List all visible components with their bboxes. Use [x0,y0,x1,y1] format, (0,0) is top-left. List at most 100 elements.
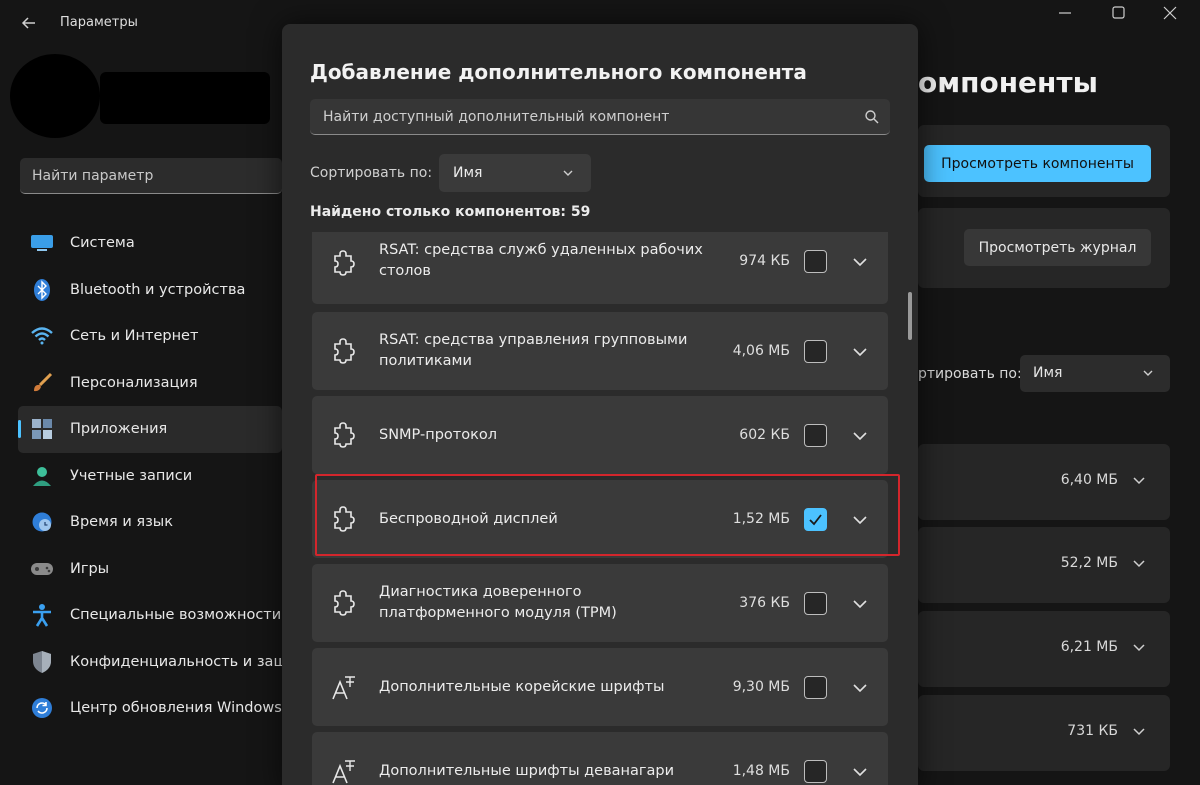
chevron-down-icon[interactable] [852,345,868,359]
search-icon[interactable] [864,109,880,125]
brush-icon [30,371,54,395]
component-size: 6,40 МБ [1060,472,1118,488]
maximize-icon [1112,6,1125,19]
sidebar-item-personalization[interactable]: Персонализация [18,360,282,407]
dialog-title: Добавление дополнительного компонента [310,60,807,84]
maximize-button[interactable] [1098,4,1138,22]
sidebar-item-bluetooth[interactable]: Bluetooth и устройства [18,267,282,314]
sort-dropdown[interactable]: Имя [439,154,591,192]
close-button[interactable] [1150,4,1190,22]
component-size: 731 КБ [1067,723,1118,739]
sidebar-item-label: Специальные возможности [70,607,282,624]
feature-checkbox[interactable] [804,250,827,273]
wifi-icon [30,324,54,348]
avatar[interactable] [10,54,100,138]
chevron-down-icon[interactable] [852,513,868,527]
installed-component-row[interactable]: 731 КБ [918,695,1170,771]
sidebar-item-system[interactable]: Система [18,220,282,267]
puzzle-icon [334,422,355,448]
feature-item[interactable]: RSAT: средства служб удаленных рабочих с… [312,232,888,304]
sidebar-item-label: Bluetooth и устройства [70,281,246,298]
accessibility-icon [30,603,54,627]
feature-item[interactable]: Дополнительные корейские шрифты 9,30 МБ [312,648,888,726]
apps-icon [30,417,54,441]
close-icon [1163,6,1177,20]
feature-checkbox[interactable] [804,760,827,783]
arrow-left-icon [21,17,35,29]
sidebar-item-gaming[interactable]: Игры [18,546,282,593]
view-log-button[interactable]: Просмотреть журнал [964,229,1151,266]
bg-sort-dropdown[interactable]: Имя [1020,355,1170,392]
list-scrollbar[interactable] [908,292,912,340]
chevron-down-icon [1133,644,1145,652]
feature-item[interactable]: SNMP-протокол 602 КБ [312,396,888,474]
feature-checkbox[interactable] [804,676,827,699]
font-icon [332,676,355,700]
back-button[interactable] [16,10,42,36]
feature-item[interactable]: RSAT: средства управления групповыми пол… [312,312,888,390]
bluetooth-icon [30,278,54,302]
installed-component-row[interactable]: 6,21 МБ [918,611,1170,687]
sidebar-item-apps[interactable]: Приложения [18,406,282,453]
profile-name-redacted [100,72,270,124]
feature-item[interactable]: Дополнительные шрифты деванагари 1,48 МБ [312,732,888,785]
sort-label: Сортировать по: [310,165,433,181]
feature-search-input[interactable] [310,99,890,134]
found-count: Найдено столько компонентов: 59 [310,204,591,220]
settings-search-input[interactable] [20,158,282,193]
sidebar-item-time-language[interactable]: Время и язык [18,499,282,546]
component-size: 6,21 МБ [1060,639,1118,655]
feature-size: 376 КБ [739,595,790,611]
settings-search[interactable] [20,158,282,194]
feature-name: SNMP-протокол [379,427,497,443]
feature-list: RSAT: средства служб удаленных рабочих с… [312,232,888,785]
sidebar-item-label: Сеть и Интернет [70,328,199,345]
feature-size: 602 КБ [739,427,790,443]
feature-checkbox[interactable] [804,340,827,363]
update-icon [30,696,54,720]
chevron-down-icon[interactable] [852,765,868,779]
monitor-icon [30,231,54,255]
sidebar-item-label: Система [70,235,135,252]
feature-checkbox[interactable] [804,508,827,531]
minimize-icon [1059,12,1071,14]
sidebar-item-label: Время и язык [70,514,174,531]
puzzle-icon [334,590,355,616]
bg-sort-label: ртировать по: [918,366,1022,382]
feature-checkbox[interactable] [804,592,827,615]
sidebar-item-label: Игры [70,560,110,577]
feature-size: 1,52 МБ [732,511,790,527]
feature-size: 1,48 МБ [732,763,790,779]
sidebar-item-accounts[interactable]: Учетные записи [18,453,282,500]
feature-name: RSAT: средства служб удаленных рабочих с… [379,242,703,279]
feature-size: 974 КБ [739,253,790,269]
feature-search[interactable] [310,99,890,135]
shield-icon [30,650,54,674]
chevron-down-icon[interactable] [852,429,868,443]
feature-item-selected[interactable]: Беспроводной дисплей 1,52 МБ [312,480,888,558]
feature-item[interactable]: Диагностика доверенного платформенного м… [312,564,888,642]
minimize-button[interactable] [1045,4,1085,22]
feature-name: Беспроводной дисплей [379,511,558,527]
puzzle-icon [334,250,355,276]
sidebar-item-privacy[interactable]: Конфиденциальность и защ [18,639,287,686]
sidebar-item-network[interactable]: Сеть и Интернет [18,313,282,360]
sidebar-item-label: Учетные записи [70,467,193,484]
installed-component-row[interactable]: 6,40 МБ [918,444,1170,520]
feature-size: 9,30 МБ [732,679,790,695]
sidebar-nav: Система Bluetooth и устройства Сеть и Ин… [18,220,287,732]
installed-component-row[interactable]: 52,2 МБ [918,527,1170,603]
sidebar-item-windows-update[interactable]: Центр обновления Windows [18,685,282,732]
feature-name: RSAT: средства управления групповыми пол… [379,332,688,369]
bg-sort-value: Имя [1033,365,1063,381]
sidebar-item-accessibility[interactable]: Специальные возможности [18,592,282,639]
chevron-down-icon[interactable] [852,597,868,611]
view-components-button[interactable]: Просмотреть компоненты [924,145,1151,182]
font-icon [332,760,355,784]
chevron-down-icon[interactable] [852,681,868,695]
app-title: Параметры [60,15,138,30]
sidebar-item-label: Приложения [70,421,168,438]
feature-checkbox[interactable] [804,424,827,447]
chevron-down-icon[interactable] [852,255,868,269]
user-icon [30,464,54,488]
